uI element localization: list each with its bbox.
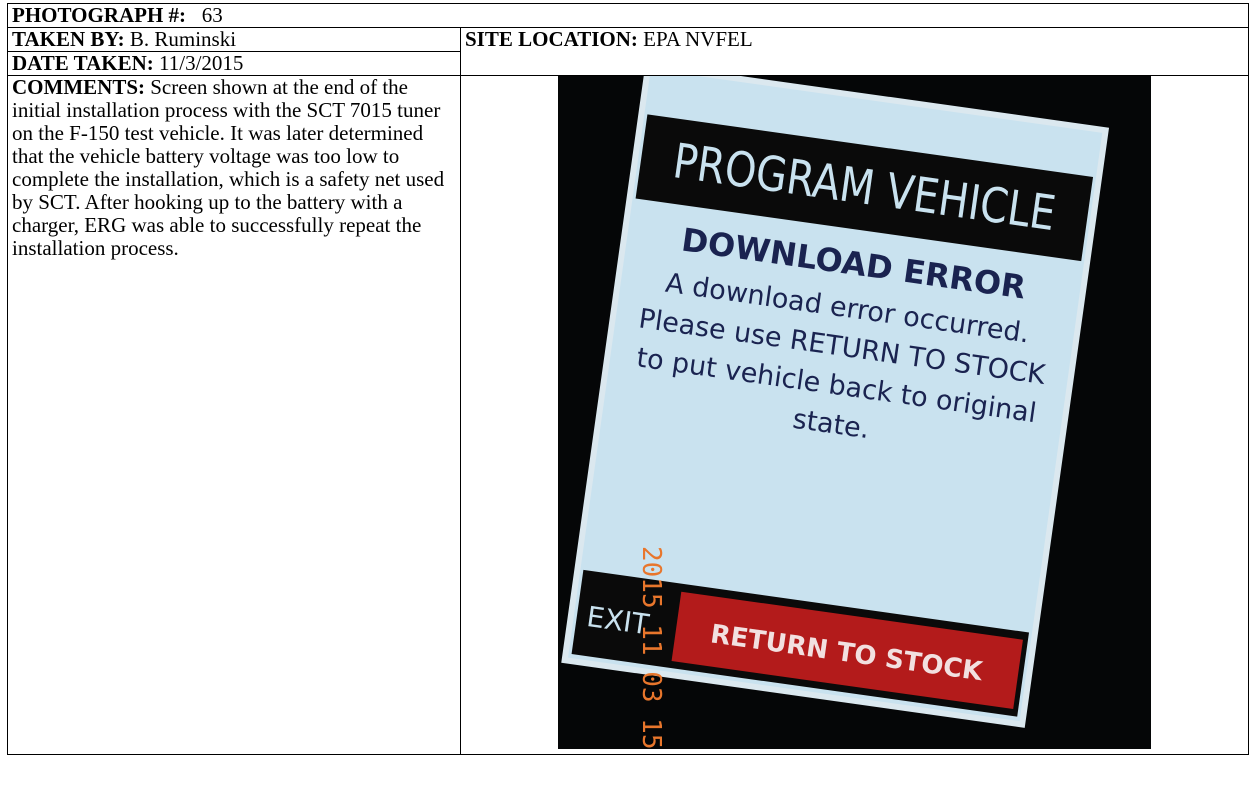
comments-text: Screen shown at the end of the initial i… [12,75,445,260]
tuner-screen-photo: PROGRAM VEHICLE DOWNLOAD ERROR A downloa… [558,76,1151,749]
taken-by-value: B. Ruminski [129,27,237,51]
photo-log-table: PHOTOGRAPH #: 63 TAKEN BY: B. Ruminski S… [7,3,1249,755]
taken-by-cell: TAKEN BY: B. Ruminski [7,27,461,52]
photo-cell: PROGRAM VEHICLE DOWNLOAD ERROR A downloa… [460,75,1249,755]
photo-number-value: 63 [201,3,223,27]
date-taken-label: DATE TAKEN: [12,51,154,75]
taken-by-row: TAKEN BY: B. Ruminski SITE LOCATION: EPA… [7,27,1249,76]
site-location-label: SITE LOCATION: [465,27,638,51]
comments-row: COMMENTS: Screen shown at the end of the… [7,75,1249,755]
comments-cell: COMMENTS: Screen shown at the end of the… [7,75,461,755]
site-location-cell: SITE LOCATION: EPA NVFEL [460,27,1249,76]
comments-label: COMMENTS: [12,75,145,99]
photo-number-label: PHOTOGRAPH #: [12,3,187,27]
date-taken-cell: DATE TAKEN: 11/3/2015 [7,51,461,76]
date-taken-value: 11/3/2015 [159,51,244,75]
date-stamp: 2015 11 03 15:23 [636,546,666,749]
photo-number-cell: PHOTOGRAPH #: 63 [7,3,1249,28]
taken-by-label: TAKEN BY: [12,27,125,51]
photo-number-row: PHOTOGRAPH #: 63 [7,3,1249,28]
photo-log-page: PHOTOGRAPH #: 63 TAKEN BY: B. Ruminski S… [0,0,1255,792]
site-location-value: EPA NVFEL [643,27,753,51]
